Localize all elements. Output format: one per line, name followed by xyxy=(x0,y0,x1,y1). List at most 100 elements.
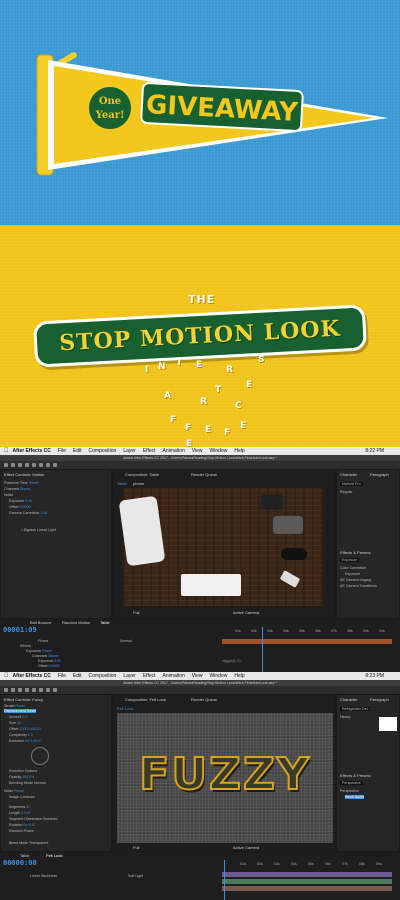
layer-prop[interactable]: Exposure 0.00 xyxy=(38,659,61,663)
menu-file[interactable]: File xyxy=(58,673,66,679)
render-queue-tab[interactable]: Render Queue xyxy=(191,697,217,702)
effect-row[interactable]: Noise Reset xyxy=(4,789,24,793)
layer-duration-bar[interactable] xyxy=(222,639,392,644)
layer-prop[interactable]: Effects xyxy=(20,644,31,648)
layer-prop[interactable]: Offset 0.0000 xyxy=(38,664,60,668)
effect-row[interactable]: Length 0.015 xyxy=(9,811,30,815)
menu-animation[interactable]: Animation xyxy=(163,673,185,679)
color-swatch[interactable] xyxy=(379,717,397,731)
preset-item[interactable]: Perspective xyxy=(340,789,359,793)
comp-breadcrumb[interactable]: Felt Look xyxy=(117,706,133,711)
menu-effect[interactable]: Effect xyxy=(143,448,156,454)
layer-mode[interactable]: Soft Light xyxy=(128,874,143,878)
timeline-tab[interactable]: Table xyxy=(20,853,30,858)
effect-controls-tab[interactable]: Effect Controls: Motion xyxy=(4,472,44,477)
font-name-field[interactable]: Refrigerator Dec xyxy=(340,707,371,711)
preset-item[interactable]: AE Camera Legacy xyxy=(340,578,371,582)
hand-tool-icon[interactable] xyxy=(11,688,15,692)
layer-prop[interactable]: Exposure Reset xyxy=(26,649,52,653)
playhead[interactable] xyxy=(262,627,263,672)
preset-item[interactable]: AE Camera Transitions xyxy=(340,584,377,588)
timeline-tab-active[interactable]: Table xyxy=(100,620,110,625)
menu-edit[interactable]: Edit xyxy=(73,673,82,679)
menu-help[interactable]: Help xyxy=(234,673,244,679)
apple-icon[interactable]:  xyxy=(4,448,9,454)
layer-duration-bar[interactable] xyxy=(222,879,392,884)
view-select[interactable]: Active Camera xyxy=(233,610,259,615)
effect-row[interactable]: Evolution Options xyxy=(9,769,37,773)
effect-row[interactable]: Segment Distribution Bunched xyxy=(9,817,58,821)
layer-duration-bar[interactable] xyxy=(222,872,392,877)
effect-row[interactable]: Rotation 0x+0.0° xyxy=(9,823,36,827)
effect-row[interactable]: Blending Mode Normal xyxy=(9,781,46,785)
render-queue-tab[interactable]: Render Queue xyxy=(191,472,217,477)
effect-row[interactable]: Stroke Reset xyxy=(4,704,25,708)
timeline-tab[interactable]: Ball Bounce xyxy=(30,620,51,625)
menu-view[interactable]: View xyxy=(192,673,203,679)
menu-composition[interactable]: Composition xyxy=(89,448,117,454)
selection-tool-icon[interactable] xyxy=(4,463,8,467)
zoom-tool-icon[interactable] xyxy=(18,688,22,692)
effect-row[interactable]: Offset 1200.0,652.0 xyxy=(9,727,41,731)
menu-layer[interactable]: Layer xyxy=(123,448,136,454)
type-tool-icon[interactable] xyxy=(46,688,50,692)
selection-tool-icon[interactable] xyxy=(4,688,8,692)
character-tab[interactable]: Character xyxy=(340,697,358,702)
effect-row[interactable]: Exposure 0.00 xyxy=(9,499,32,503)
effect-row[interactable]: Gamma Correction 1.00 xyxy=(9,511,47,515)
playhead[interactable] xyxy=(224,860,225,900)
layer-prop[interactable]: Channels Master xyxy=(32,654,59,658)
preset-item[interactable]: Exposure xyxy=(345,572,360,576)
brush-tool-icon[interactable] xyxy=(53,688,57,692)
effect-row[interactable]: Complexity 1.0 xyxy=(9,733,33,737)
effect-controls-tab[interactable]: Effect Controls: Fuzzy xyxy=(4,697,43,702)
paragraph-tab[interactable]: Paragraph xyxy=(370,697,389,702)
camera-tool-icon[interactable] xyxy=(32,688,36,692)
effect-row[interactable]: Random Phase xyxy=(9,829,34,833)
pen-tool-icon[interactable] xyxy=(39,688,43,692)
timecode[interactable]: 00001:09 xyxy=(3,626,37,634)
preset-item[interactable]: Color Correction xyxy=(340,566,366,570)
preset-search[interactable]: Perspective xyxy=(340,781,363,785)
layer-mode[interactable]: Normal xyxy=(120,639,132,643)
effect-row[interactable]: Channels Monte xyxy=(4,487,30,491)
menu-file[interactable]: File xyxy=(58,448,66,454)
font-style-field[interactable]: Heavy xyxy=(340,715,350,719)
type-tool-icon[interactable] xyxy=(46,463,50,467)
menu-app[interactable]: After Effects CC xyxy=(13,448,51,454)
comp-breadcrumb[interactable]: Table xyxy=(117,481,127,486)
effect-row[interactable]: Noise xyxy=(4,493,13,497)
font-name-field[interactable]: Marked Pro xyxy=(340,482,363,486)
composition-tab[interactable]: Composition: Felt Look xyxy=(125,697,166,702)
zoom-select[interactable]: Full xyxy=(133,610,139,615)
effect-checkbox[interactable]: □ Bypass Linear Light xyxy=(21,528,56,532)
menu-layer[interactable]: Layer xyxy=(123,673,136,679)
effect-row[interactable]: Evolution 0x+125.0° xyxy=(9,739,41,743)
layer-name[interactable]: Linear Stickiness xyxy=(30,874,57,878)
apple-icon[interactable]:  xyxy=(4,673,9,679)
effect-row[interactable]: Offset 0.0000 xyxy=(9,505,31,509)
timeline-tab-active[interactable]: Felt Look xyxy=(46,853,62,858)
font-style-field[interactable]: Regular xyxy=(340,490,353,494)
pen-tool-icon[interactable] xyxy=(39,463,43,467)
comp-breadcrumb-sub[interactable]: phone xyxy=(133,481,144,486)
rotate-tool-icon[interactable] xyxy=(25,463,29,467)
camera-tool-icon[interactable] xyxy=(32,463,36,467)
menu-window[interactable]: Window xyxy=(210,673,228,679)
preset-search[interactable]: Exposure xyxy=(340,558,360,562)
effect-row[interactable]: Image Contours xyxy=(9,795,35,799)
expression-text[interactable]: wiggle(8,.5) xyxy=(222,659,241,663)
effect-row[interactable]: Amount 0.0 xyxy=(9,715,27,719)
menu-help[interactable]: Help xyxy=(234,448,244,454)
paragraph-tab[interactable]: Paragraph xyxy=(370,472,389,477)
layer-name[interactable]: Phone xyxy=(38,639,48,643)
view-select[interactable]: Active Camera xyxy=(233,845,259,850)
zoom-tool-icon[interactable] xyxy=(18,463,22,467)
effect-row[interactable]: Size 10 xyxy=(9,721,21,725)
brush-tool-icon[interactable] xyxy=(53,463,57,467)
zoom-select[interactable]: Full xyxy=(133,845,139,850)
menu-composition[interactable]: Composition xyxy=(89,673,117,679)
effect-row[interactable]: Blend Mode Transparent xyxy=(9,841,48,845)
menu-view[interactable]: View xyxy=(192,448,203,454)
effects-presets-tab[interactable]: Effects & Presets xyxy=(340,773,371,778)
